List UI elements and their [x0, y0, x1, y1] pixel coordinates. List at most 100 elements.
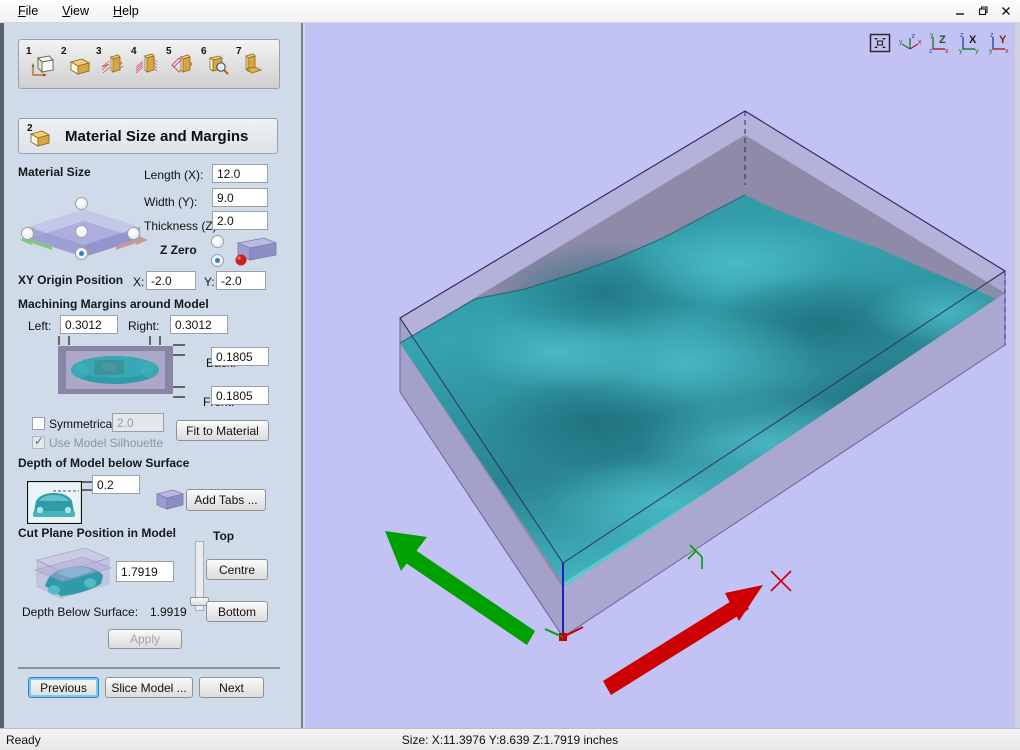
centre-button[interactable]: Centre — [206, 559, 268, 580]
step-button-7[interactable]: 7 — [235, 44, 268, 84]
origin-radio-left[interactable] — [21, 227, 34, 240]
svg-text:y: y — [899, 39, 903, 46]
fit-to-material-button[interactable]: Fit to Material — [176, 420, 269, 441]
svg-text:X: X — [969, 34, 977, 46]
next-button[interactable]: Next — [199, 677, 264, 698]
3d-viewport[interactable]: z y x y z x Z z y y X z y x Y — [305, 23, 1020, 728]
symmetrical-label: Symmetrical — [49, 417, 116, 431]
previous-button[interactable]: Previous — [28, 677, 99, 698]
zoom-fit-icon[interactable] — [868, 31, 892, 55]
x-axis-arrow — [603, 585, 763, 695]
origin-radio-bottom-center[interactable] — [75, 247, 88, 260]
svg-text:y: y — [989, 48, 993, 55]
step-number-5: 5 — [166, 46, 172, 57]
symmetrical-checkbox[interactable] — [32, 417, 45, 430]
model-silhouette-preview — [58, 336, 173, 394]
svg-text:z: z — [912, 33, 916, 40]
cut-plane-heading: Cut Plane Position in Model — [18, 526, 177, 540]
x-view-icon[interactable]: z y y X — [958, 31, 982, 55]
step-number-1: 1 — [26, 46, 32, 57]
svg-text:z: z — [960, 32, 964, 39]
z-zero-radio-bottom[interactable] — [211, 254, 224, 267]
bottom-button[interactable]: Bottom — [206, 601, 268, 622]
xy-origin-heading: XY Origin Position — [18, 273, 124, 287]
menu-view[interactable]: View — [52, 2, 99, 20]
origin-x-label: X: — [133, 275, 145, 289]
origin-radio-right[interactable] — [127, 227, 140, 240]
margins-heading: Machining Margins around Model — [18, 297, 209, 311]
length-input[interactable] — [212, 164, 268, 183]
svg-text:Z: Z — [939, 34, 946, 46]
restore-button[interactable] — [972, 2, 993, 20]
cut-plane-input[interactable] — [116, 561, 174, 582]
svg-text:z: z — [929, 48, 933, 55]
menu-file[interactable]: FFileile — [8, 2, 48, 20]
svg-text:y: y — [959, 48, 963, 55]
status-size-text: Size: X:11.3976 Y:8.639 Z:1.7919 inches — [401, 732, 619, 747]
step-header: 2 Material Size and Margins — [18, 118, 278, 154]
depth-below-surface-label: Depth Below Surface: — [22, 605, 139, 619]
wizard-panel: 1 2 3 4 5 6 7 2 Material Size and Margin… — [0, 23, 303, 728]
step-button-4[interactable]: 4 — [130, 44, 163, 84]
menu-help[interactable]: Help — [103, 2, 149, 20]
use-silhouette-label: Use Model Silhouette — [49, 436, 164, 450]
application-window: FFileile View Help — [0, 0, 1020, 750]
svg-text:z: z — [990, 32, 994, 39]
margin-left-label: Left: — [28, 319, 52, 333]
status-bar: Ready Size: X:11.3976 Y:8.639 Z:1.7919 i… — [0, 728, 1020, 750]
width-input[interactable] — [212, 188, 268, 207]
step-number-3: 3 — [96, 46, 102, 57]
svg-text:x: x — [945, 48, 949, 55]
material-size-heading: Material Size — [18, 165, 91, 179]
window-controls — [949, 2, 1016, 20]
add-tabs-button[interactable]: Add Tabs ... — [186, 489, 266, 511]
x-axis-marker — [770, 570, 792, 592]
step-number-2: 2 — [61, 46, 67, 57]
apply-button[interactable]: Apply — [108, 629, 182, 649]
svg-text:y: y — [930, 32, 934, 39]
step-button-5[interactable]: 5 — [165, 44, 198, 84]
cut-plane-model-icon — [33, 547, 113, 599]
step-button-6[interactable]: 6 — [200, 44, 233, 84]
z-zero-label: Z Zero — [160, 243, 197, 257]
symmetrical-input[interactable] — [112, 413, 164, 432]
use-silhouette-checkbox[interactable] — [32, 434, 45, 449]
step-button-1[interactable]: 1 — [25, 44, 58, 84]
origin-x-input[interactable] — [146, 271, 196, 290]
svg-text:x: x — [1005, 48, 1009, 55]
margin-back-input[interactable] — [211, 347, 269, 366]
origin-y-input[interactable] — [216, 271, 266, 290]
slice-model-button[interactable]: Slice Model ... — [105, 677, 193, 698]
z-zero-radio-top[interactable] — [211, 235, 224, 248]
svg-text:y: y — [975, 48, 979, 55]
svg-text:x: x — [918, 39, 922, 46]
step-number-6: 6 — [201, 46, 207, 57]
length-label: Length (X): — [144, 168, 204, 182]
z-view-icon[interactable]: y z x Z — [928, 31, 952, 55]
viewport-scrollbar[interactable] — [1015, 23, 1020, 728]
step-button-2[interactable]: 2 — [60, 44, 93, 84]
origin-radio-top-center[interactable] — [75, 197, 88, 210]
thickness-label: Thickness (Z): — [144, 219, 221, 233]
step-button-3[interactable]: 3 — [95, 44, 128, 84]
close-button[interactable] — [995, 2, 1016, 20]
thickness-input[interactable] — [212, 211, 268, 230]
isometric-view-icon[interactable]: z y x — [898, 31, 922, 55]
slider-top-label: Top — [213, 529, 235, 543]
origin-y-label: Y: — [204, 275, 215, 289]
depth-input[interactable] — [92, 475, 140, 494]
margin-left-input[interactable] — [60, 315, 118, 334]
step-number-4: 4 — [131, 46, 137, 57]
minimize-button[interactable] — [949, 2, 970, 20]
margin-leader-lines — [173, 344, 185, 398]
step-header-title: Material Size and Margins — [65, 127, 249, 145]
depth-heading: Depth of Model below Surface — [18, 456, 190, 470]
z-zero-block-icon — [235, 237, 278, 266]
svg-text:Y: Y — [999, 34, 1007, 46]
y-view-icon[interactable]: z y x Y — [988, 31, 1012, 55]
origin-radio-mid-center[interactable] — [75, 225, 88, 238]
viewport-toolbar: z y x y z x Z z y y X z y x Y — [868, 31, 1012, 55]
margin-right-input[interactable] — [170, 315, 228, 334]
material-block-3d-scene[interactable] — [305, 23, 1020, 728]
margin-front-input[interactable] — [211, 386, 269, 405]
